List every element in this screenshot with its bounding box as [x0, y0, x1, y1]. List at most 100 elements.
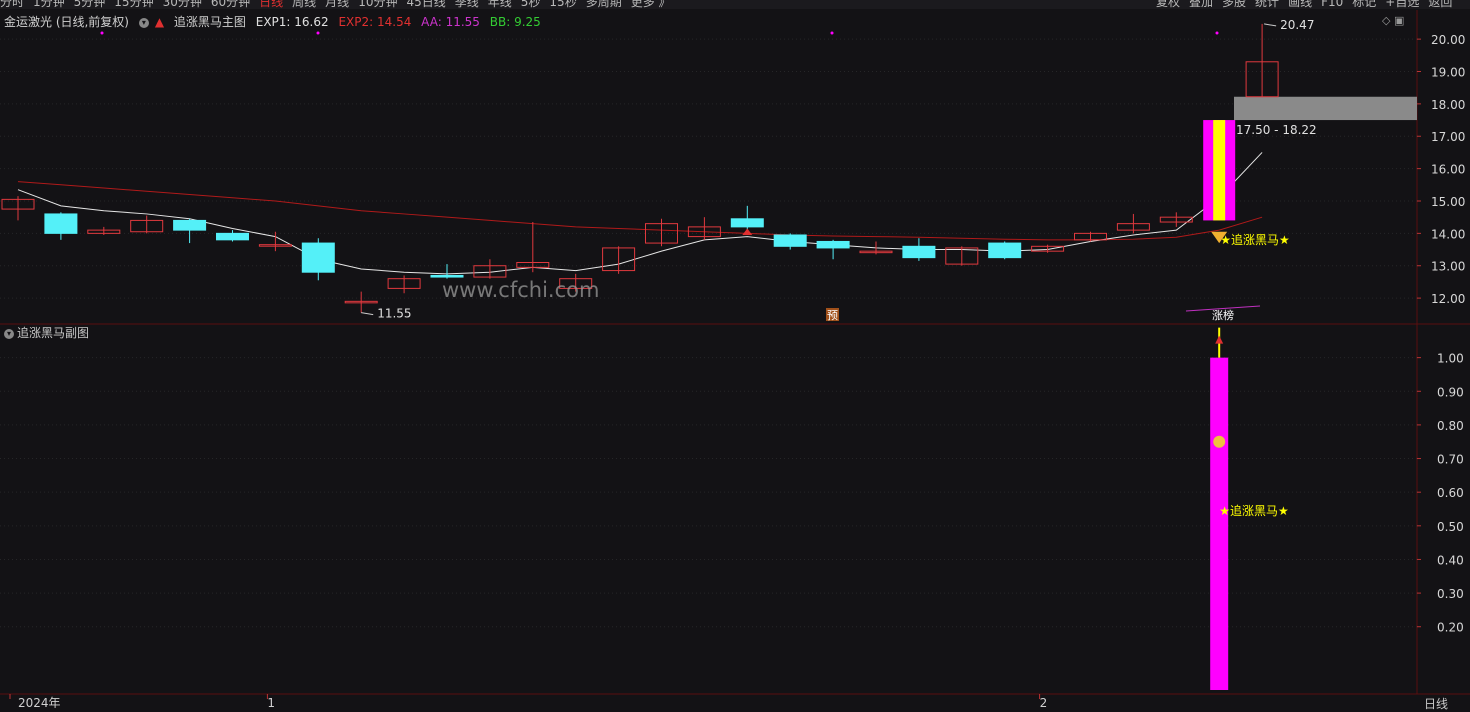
signal-label-main: ★追涨黑马★	[1220, 232, 1290, 247]
period-tab[interactable]: 30分钟	[163, 0, 202, 9]
y-tick-label: 12.00	[1431, 292, 1465, 306]
candle-body	[902, 245, 936, 259]
toolbar-action[interactable]: 多股	[1222, 0, 1246, 9]
period-tab[interactable]: 60分钟	[211, 0, 250, 9]
ma-white-line	[17, 152, 1263, 275]
candle-body	[1074, 232, 1107, 241]
period-tabs: 分时 1分钟 5分钟 15分钟 30分钟 60分钟 日线 周线 月线 10分钟 45日线 季线 年线 5秒…	[0, 0, 680, 9]
candle-body	[730, 218, 764, 228]
watermark: www.cfchi.com	[442, 278, 600, 302]
high-label: 20.47	[1280, 18, 1314, 32]
candle-body	[988, 242, 1022, 259]
x-tick-label: 2024年	[18, 696, 61, 708]
period-tab[interactable]: 15分钟	[114, 0, 153, 9]
bb-value: BB: 9.25	[489, 15, 541, 29]
ma-red-line	[17, 181, 1263, 241]
candle-body	[816, 240, 850, 249]
toolbar-action[interactable]: F10	[1321, 0, 1343, 9]
money-bag-icon	[1213, 435, 1226, 448]
toolbar-action[interactable]: 画线	[1288, 0, 1312, 9]
window-controls[interactable]: ◇ ▣	[1382, 14, 1404, 27]
toolbar-action[interactable]: 叠加	[1189, 0, 1213, 9]
y-tick-label: 17.00	[1431, 130, 1465, 144]
toolbar-action[interactable]: 返回	[1428, 0, 1452, 9]
period-tab[interactable]: 分时	[0, 0, 24, 9]
low-label: 11.55	[377, 307, 411, 321]
candle-body	[301, 242, 335, 273]
y-tick-label: 16.00	[1431, 163, 1465, 177]
sub-y-tick-label: 0.20	[1437, 621, 1464, 635]
resistance-zone	[1234, 96, 1417, 121]
candle-body	[216, 232, 249, 241]
up-arrow-icon: ▲	[154, 15, 165, 29]
toolbar-action[interactable]: 统计	[1255, 0, 1279, 9]
candle-body	[516, 261, 550, 268]
sub-y-tick-label: 1.00	[1437, 352, 1464, 366]
kline-chart[interactable]: 20.00 19.00 18.00 17.00 16.00 15.00 14.00 13.00…	[0, 0, 1470, 708]
sub-y-tick-label: 0.30	[1437, 587, 1464, 601]
period-tab[interactable]: 周线	[292, 0, 316, 9]
sub-y-tick-label: 0.60	[1437, 486, 1464, 500]
candle-body	[473, 265, 507, 278]
y-tick-label: 19.00	[1431, 66, 1465, 80]
sub-indicator-name[interactable]: 追涨黑马副图	[17, 326, 89, 340]
sub-y-tick-label: 0.70	[1437, 453, 1464, 467]
pre-badge	[826, 308, 839, 321]
sub-up-arrow-icon	[1215, 335, 1224, 344]
indicator-name[interactable]: 追涨黑马主图	[174, 15, 246, 29]
period-toolbar: 分时 1分钟 5分钟 15分钟 30分钟 60分钟 日线 周线 月线 10分钟 45日线 季线 年线 5秒…	[0, 0, 1470, 9]
toolbar-actions: 复权 叠加 多股 统计 画线 F10 标记 +自选 返回	[1156, 0, 1461, 9]
period-tab[interactable]: 日线	[259, 0, 283, 9]
limit-label: 涨榜	[1212, 308, 1234, 322]
period-tab[interactable]: 月线	[325, 0, 349, 9]
candle-body	[1, 198, 35, 210]
period-tab[interactable]: 5分钟	[74, 0, 106, 9]
candle-body	[44, 213, 78, 234]
toolbar-action[interactable]: 标记	[1352, 0, 1376, 9]
candle-body	[645, 223, 678, 244]
candle-body	[859, 250, 893, 254]
pre-label: 预	[827, 309, 838, 322]
signal-icon	[1211, 231, 1228, 244]
sub-y-tick-label: 0.80	[1437, 419, 1464, 433]
exp2-value: EXP2: 14.54	[338, 15, 412, 29]
marker-dot	[316, 31, 320, 35]
period-tab[interactable]: 1分钟	[33, 0, 65, 9]
signal-label-sub: ★追涨黑马★	[1219, 503, 1289, 518]
candle-body	[687, 226, 721, 238]
period-tab[interactable]: 更多 》	[631, 0, 671, 9]
period-tab[interactable]: 5秒	[521, 0, 541, 9]
aa-value: AA: 11.55	[421, 15, 480, 29]
period-tab[interactable]: 45日线	[406, 0, 445, 9]
stock-title: 金运激光 (日线,前复权)	[4, 15, 129, 29]
candle-body	[602, 247, 636, 272]
candle-body	[1031, 245, 1065, 252]
period-tab[interactable]: 多周期	[586, 0, 622, 9]
toolbar-action[interactable]: 复权	[1156, 0, 1180, 9]
y-tick-label: 20.00	[1431, 33, 1465, 47]
candle-body	[773, 234, 807, 247]
marker-dot	[830, 31, 834, 35]
period-tab[interactable]: 10分钟	[358, 0, 397, 9]
period-tab[interactable]: 15秒	[549, 0, 576, 9]
collapse-sub-icon[interactable]: ▾	[4, 328, 14, 339]
candle-body	[1159, 216, 1193, 223]
y-tick-label: 18.00	[1431, 98, 1465, 112]
candle-body	[1116, 223, 1150, 231]
candle-body	[87, 229, 121, 234]
candle-body	[173, 219, 207, 231]
period-tab[interactable]: 年线	[488, 0, 512, 9]
collapse-icon[interactable]: ▾	[138, 17, 149, 28]
candle-body	[344, 300, 378, 304]
x-tick-label: 1	[267, 696, 275, 708]
candle-body	[945, 247, 979, 265]
exp1-value: EXP1: 16.62	[255, 15, 329, 29]
sub-y-tick-label: 0.90	[1437, 385, 1464, 399]
signal-bar	[1210, 357, 1229, 690]
x-tick-label: 2	[1040, 696, 1048, 708]
candle-body	[387, 278, 421, 289]
period-tab[interactable]: 季线	[455, 0, 479, 9]
toolbar-action[interactable]: +自选	[1385, 0, 1419, 9]
up-arrow-icon	[742, 228, 753, 235]
high-pointer	[1264, 23, 1277, 27]
